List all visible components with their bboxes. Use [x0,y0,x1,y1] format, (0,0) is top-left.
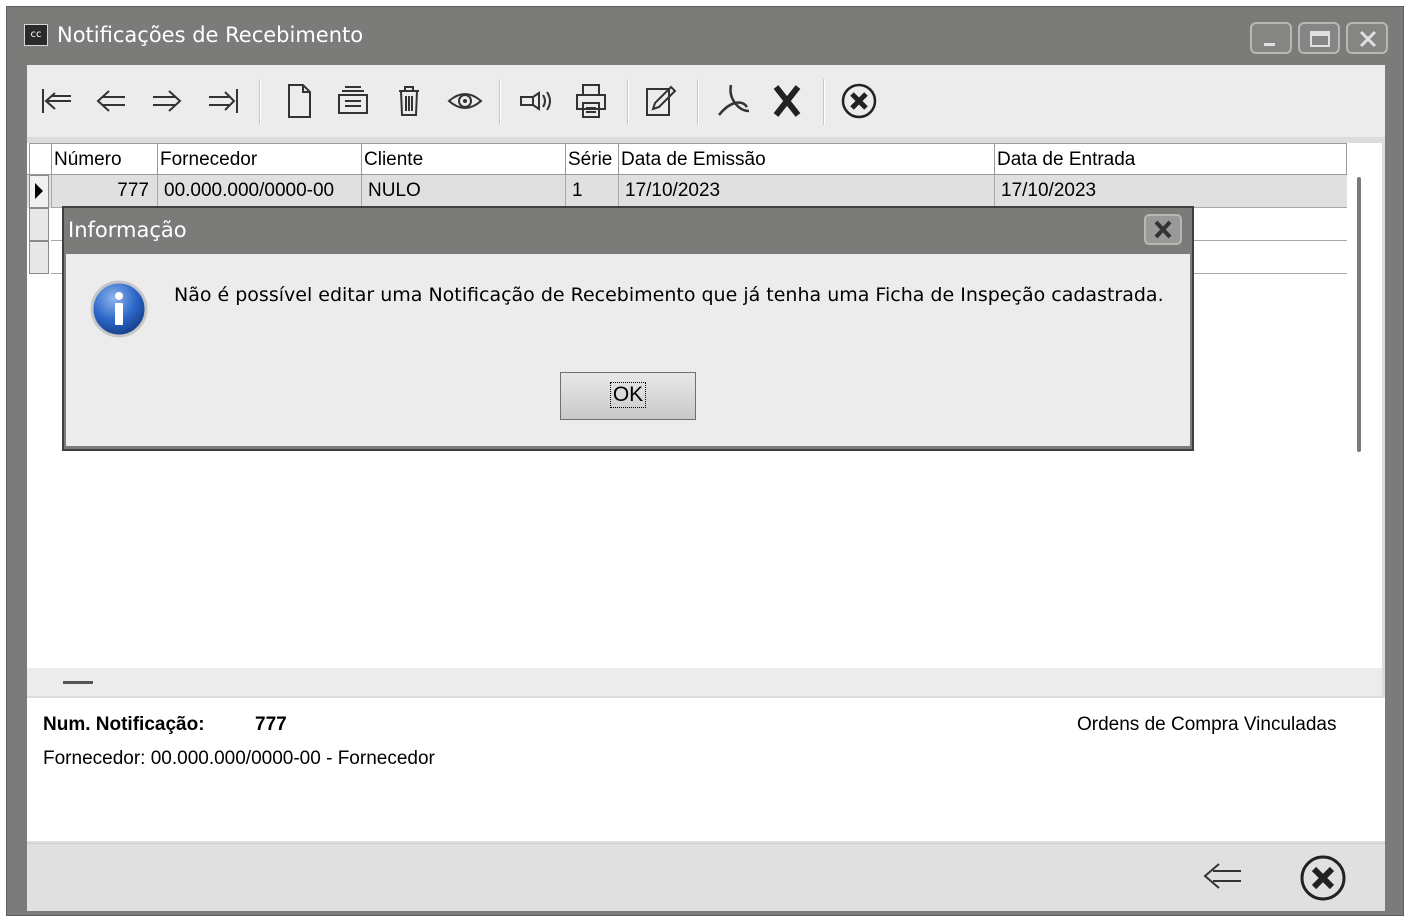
grid-footer-strip [27,668,1382,696]
column-header-fornecedor[interactable]: Fornecedor [157,143,361,175]
row-indicator [29,208,49,241]
cell-cliente: NULO [361,175,565,208]
row-indicator [29,175,49,208]
ok-label: OK [609,382,647,408]
title-bar[interactable]: cc Notificações de Recebimento [7,7,1403,65]
info-icon [90,280,148,338]
cell-fornecedor: 00.000.000/0000-00 [157,175,361,208]
cell-entrada: 17/10/2023 [994,175,1347,208]
speaker-icon [520,91,551,111]
maximize-button[interactable] [1298,22,1340,54]
toolbar-separator [697,79,699,125]
pdf-icon [718,84,750,116]
main-window: cc Notificações de Recebimento Número Fo… [6,6,1404,916]
num-notificacao-value: 777 [255,714,287,735]
close-window-button[interactable] [1346,22,1388,54]
column-header-numero[interactable]: Número [51,143,157,175]
column-header-entrada[interactable]: Data de Entrada [994,143,1347,175]
close-icon [1359,30,1377,48]
dialog-close-button[interactable] [1144,214,1182,245]
vertical-scrollbar[interactable] [1357,177,1361,452]
indicator-header [29,143,51,175]
print-button[interactable] [571,81,611,121]
last-record-button[interactable] [203,81,243,121]
next-record-button[interactable] [147,81,187,121]
toolbar-separator [627,79,629,125]
cancel-circle-icon [1300,855,1346,901]
view-list-button[interactable] [333,81,373,121]
dialog-body: Não é possível editar uma Notificação de… [66,254,1190,446]
num-notificacao-label: Num. Notificação: [43,714,205,735]
bottom-bar [27,843,1385,911]
edit-button[interactable] [641,81,681,121]
cancel-circle-icon [841,83,877,119]
table-row[interactable]: 777 00.000.000/0000-00 NULO 1 17/10/2023… [27,175,1347,208]
edit-icon [646,85,677,116]
fornecedor-info: Fornecedor: 00.000.000/0000-00 - Fornece… [43,748,435,769]
details-panel: Num. Notificação: 777 Fornecedor: 00.000… [27,698,1385,841]
column-header-cliente[interactable]: Cliente [361,143,565,175]
close-form-button[interactable] [1299,854,1346,901]
column-header-emissao[interactable]: Data de Emissão [618,143,994,175]
grid-header: Número Fornecedor Cliente Série Data de … [27,143,1347,175]
arrow-left-icon [1203,863,1241,889]
cell-serie: 1 [565,175,618,208]
info-dialog: Informação Não é possível editar uma Not… [62,206,1194,451]
triangle-right-icon [35,183,43,199]
arrow-right-icon [153,90,182,112]
splitter-handle[interactable] [63,681,93,684]
toolbar-separator [499,79,501,125]
ok-button[interactable]: OK [560,372,696,420]
toolbar-separator [823,79,825,125]
app-icon: cc [24,24,48,46]
folder-list-icon [338,86,368,114]
close-icon [1154,220,1172,239]
previous-record-button[interactable] [91,81,131,121]
excel-icon [773,85,801,117]
cancel-button[interactable] [839,81,879,121]
dialog-message: Não é possível editar uma Notificação de… [174,284,1164,306]
back-button[interactable] [1197,856,1241,896]
ordens-compra-link[interactable]: Ordens de Compra Vinculadas [1077,714,1336,736]
delete-button[interactable] [389,81,429,121]
cell-numero: 777 [51,175,157,208]
eye-icon [447,93,483,109]
pdf-button[interactable] [713,81,753,121]
cell-emissao: 17/10/2023 [618,175,994,208]
first-record-icon [42,89,71,113]
trash-icon [399,86,419,116]
new-document-button[interactable] [279,81,319,121]
minimize-button[interactable] [1250,22,1292,54]
printer-icon [576,84,606,118]
first-record-button[interactable] [37,81,77,121]
minimize-icon [1264,43,1275,46]
toolbar [27,65,1385,137]
row-indicator [29,241,49,274]
maximize-icon [1310,31,1330,47]
column-header-serie[interactable]: Série [565,143,618,175]
client-area: Número Fornecedor Cliente Série Data de … [27,65,1385,911]
new-document-icon [288,84,311,118]
last-record-icon [209,89,238,113]
view-button[interactable] [445,81,485,121]
announce-button[interactable] [517,81,557,121]
dialog-title: Informação [68,218,187,242]
excel-button[interactable] [767,81,807,121]
toolbar-separator [259,79,261,125]
arrow-left-icon [96,90,125,112]
window-title: Notificações de Recebimento [57,23,364,47]
